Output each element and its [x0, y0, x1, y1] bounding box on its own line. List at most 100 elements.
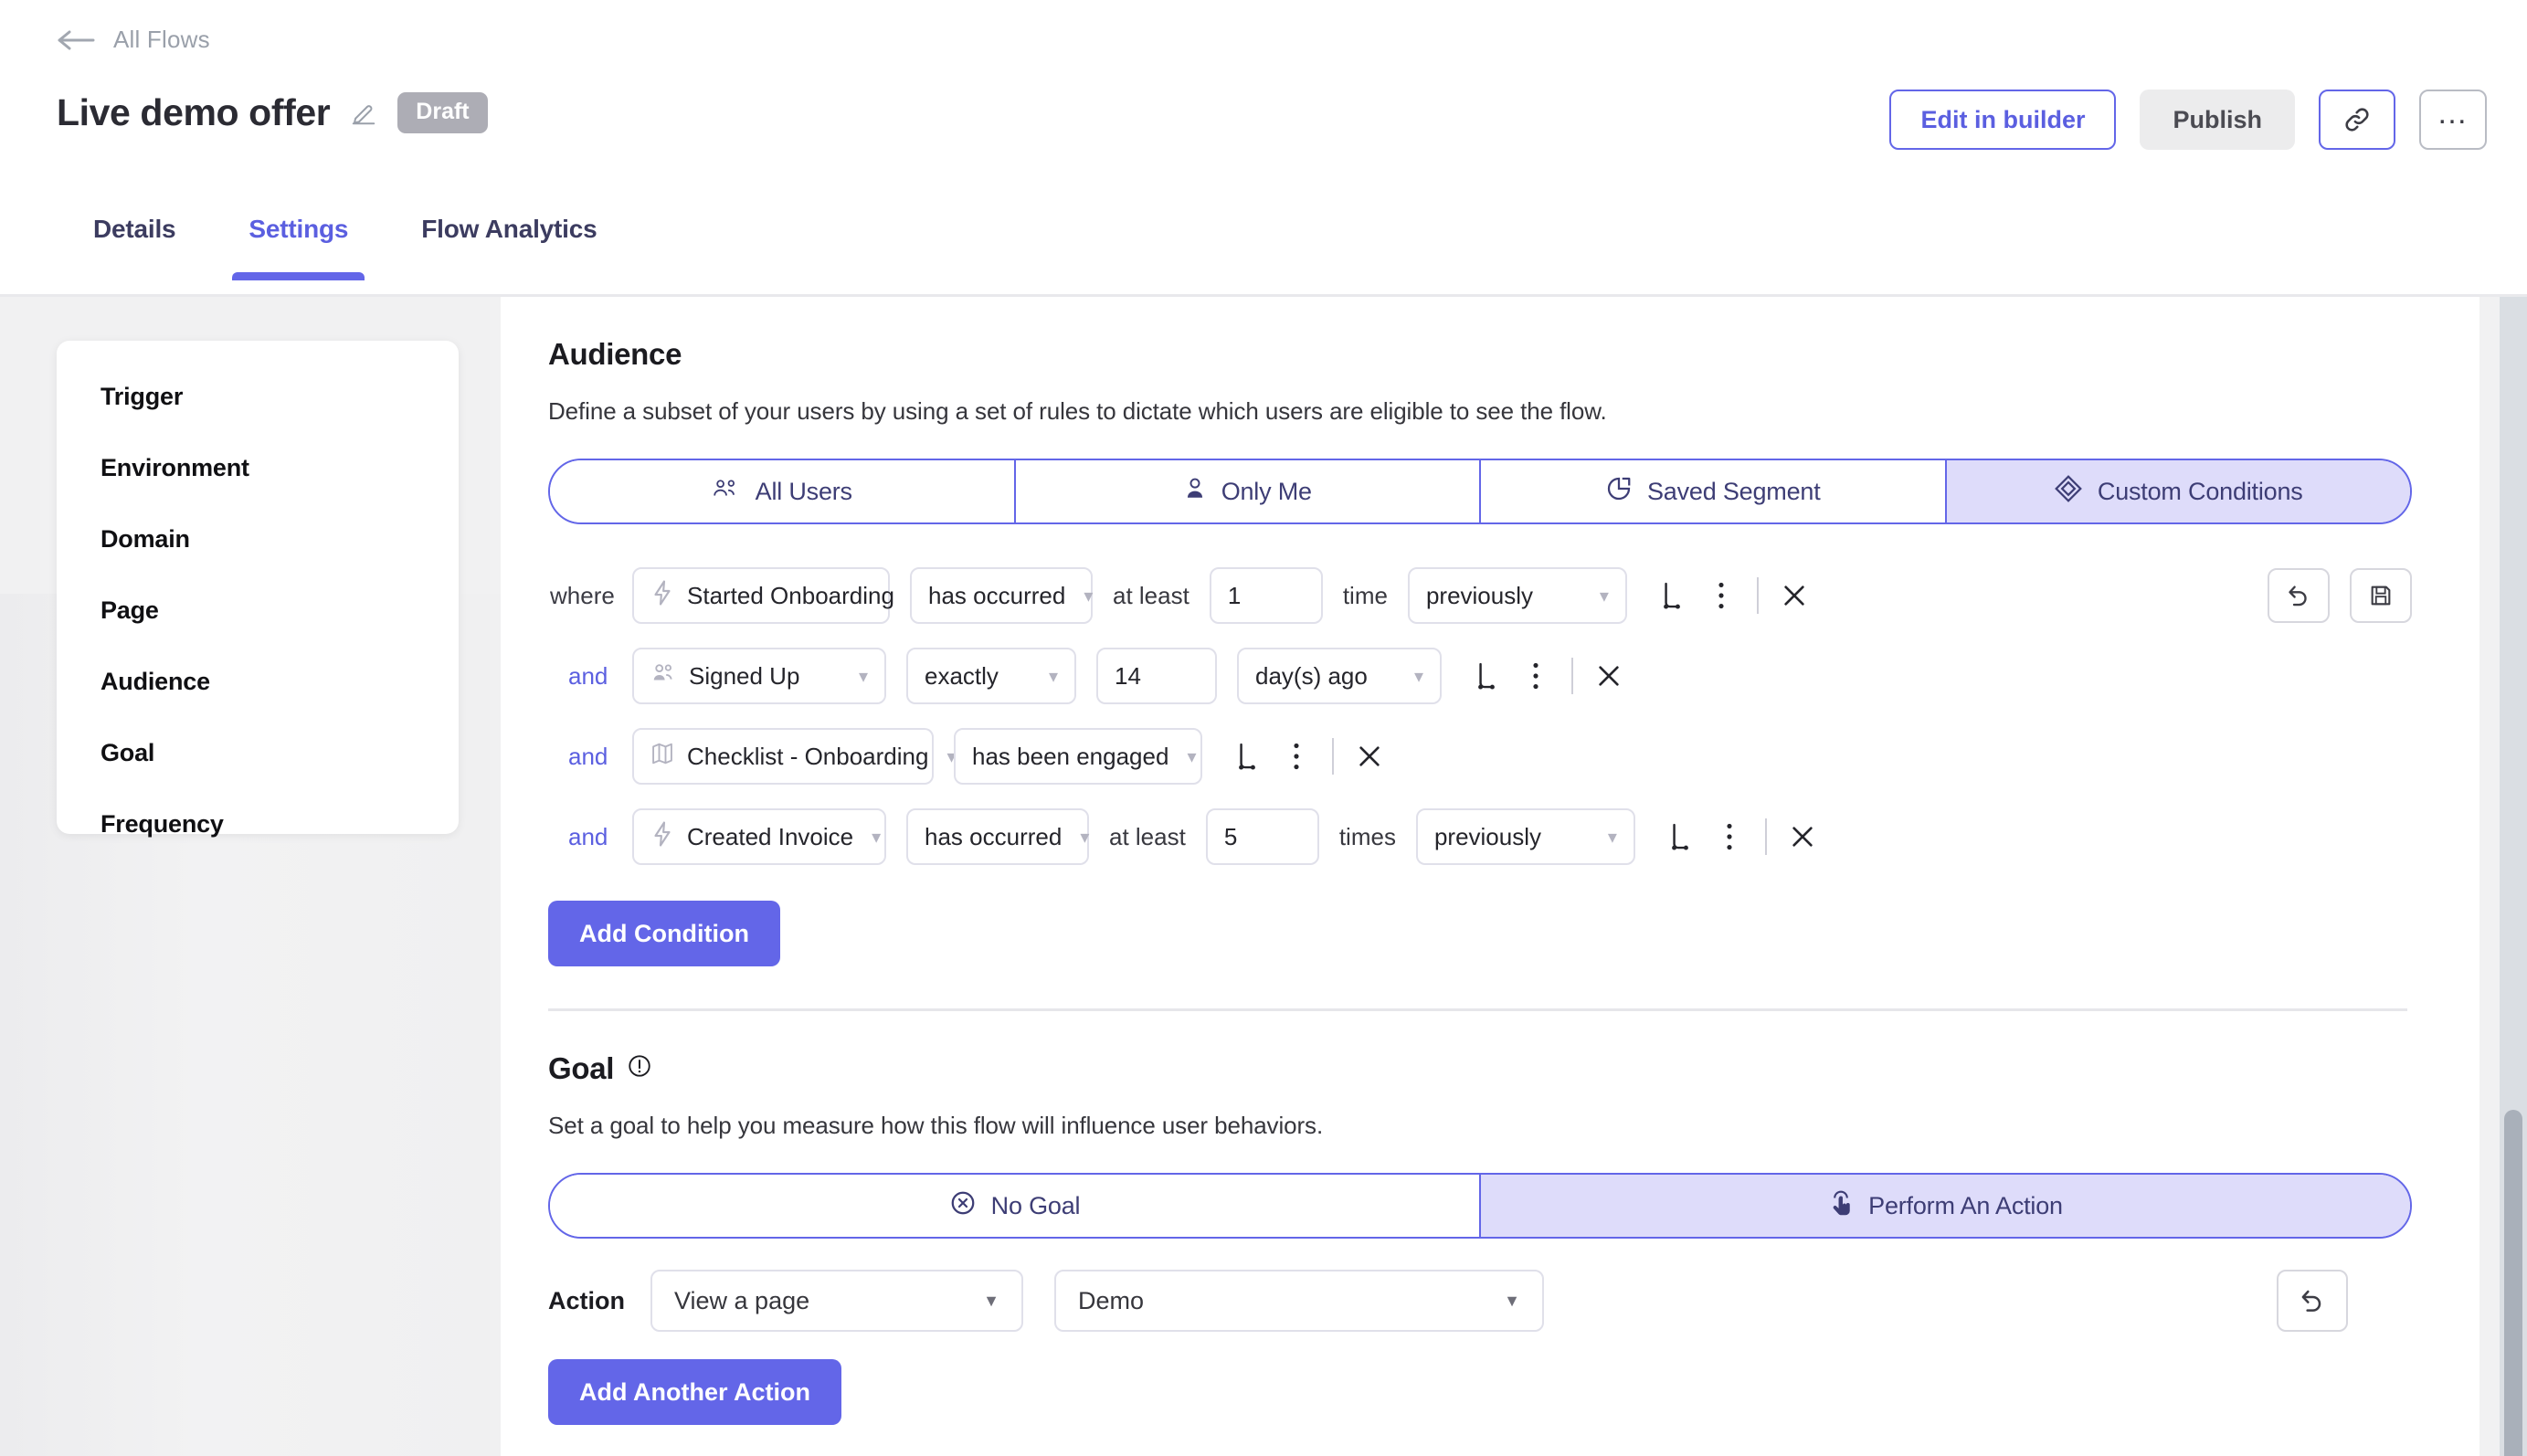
save-icon[interactable] — [2350, 568, 2412, 623]
goal-section: Goal Set a goal to help you measure how … — [548, 1051, 2412, 1425]
audience-section: Audience Define a subset of your users b… — [548, 297, 2412, 1011]
edit-in-builder-button[interactable]: Edit in builder — [1889, 90, 2116, 150]
condition-value: 1 — [1228, 582, 1305, 610]
chevron-down-icon: ▾ — [1414, 665, 1423, 688]
sidebar-item-domain[interactable]: Domain — [100, 525, 459, 554]
condition-subject-label: Signed Up — [689, 662, 841, 691]
condition-row: and Signed Up ▾ exactly ▾ — [548, 636, 2412, 716]
condition-operator-select[interactable]: exactly ▾ — [906, 648, 1076, 704]
condition-conjunction: and — [548, 823, 632, 851]
condition-row-icons — [1655, 812, 1827, 861]
branch-icon[interactable] — [1655, 812, 1705, 861]
sidebar-item-audience[interactable]: Audience — [100, 668, 459, 696]
section-divider — [548, 1008, 2407, 1011]
chevron-down-icon: ▾ — [1608, 826, 1617, 849]
goal-option-no-goal[interactable]: No Goal — [550, 1175, 1481, 1237]
condition-operator-select[interactable]: has occurred ▾ — [906, 808, 1089, 865]
condition-timeframe-select[interactable]: previously ▾ — [1416, 808, 1635, 865]
segment-custom-conditions[interactable]: Custom Conditions — [1947, 460, 2411, 522]
vertical-scrollbar-track[interactable] — [2500, 297, 2527, 1456]
goal-type-segmented-control: No Goal Perform An Action — [548, 1173, 2412, 1239]
goal-heading-text: Goal — [548, 1051, 614, 1086]
goal-option-perform-an-action[interactable]: Perform An Action — [1481, 1175, 2410, 1237]
sidebar-item-frequency[interactable]: Frequency — [100, 810, 459, 839]
branch-icon[interactable] — [1462, 651, 1511, 701]
condition-value-input[interactable]: 14 — [1096, 648, 1217, 704]
tab-bar: Details Settings Flow Analytics — [57, 206, 633, 280]
circle-x-icon — [949, 1189, 977, 1223]
sidebar-item-environment[interactable]: Environment — [100, 454, 459, 482]
segment-all-users[interactable]: All Users — [550, 460, 1016, 522]
condition-subject-label: Created Invoice — [687, 823, 853, 851]
pencil-icon[interactable] — [350, 100, 377, 127]
link-icon[interactable] — [2319, 90, 2395, 150]
condition-conjunction: and — [548, 662, 632, 691]
condition-subject-select[interactable]: Signed Up ▾ — [632, 648, 886, 704]
app-root: All Flows Live demo offer Draft Edit in … — [0, 0, 2527, 1456]
condition-row: and Checklist - Onboarding ▾ has been en… — [548, 716, 2412, 797]
dots-vertical-icon[interactable] — [1697, 571, 1746, 620]
settings-main: Audience Define a subset of your users b… — [548, 297, 2412, 1425]
title-row: Live demo offer Draft — [57, 91, 488, 134]
condition-timeframe-label: previously — [1426, 582, 1581, 610]
segment-only-me[interactable]: Only Me — [1016, 460, 1482, 522]
close-icon[interactable] — [1770, 571, 1819, 620]
condition-value-input[interactable]: 5 — [1206, 808, 1319, 865]
action-type-value: View a page — [674, 1287, 809, 1315]
dots-vertical-icon[interactable] — [1272, 732, 1321, 781]
users-group-icon — [712, 477, 741, 507]
condition-conjunction: and — [548, 743, 632, 771]
lightning-icon — [650, 579, 674, 613]
segment-saved-segment-label: Saved Segment — [1647, 478, 1821, 506]
action-target-value: Demo — [1078, 1287, 1144, 1315]
tab-details[interactable]: Details — [57, 206, 212, 280]
condition-mid-word: at least — [1109, 823, 1186, 851]
branch-icon[interactable] — [1647, 571, 1697, 620]
info-icon[interactable] — [627, 1051, 652, 1086]
segment-saved-segment[interactable]: Saved Segment — [1481, 460, 1947, 522]
reset-action-button[interactable] — [2277, 1270, 2348, 1332]
condition-subject-select[interactable]: Checklist - Onboarding ▾ — [632, 728, 934, 785]
action-type-select[interactable]: View a page ▼ — [650, 1270, 1023, 1332]
chevron-down-icon: ▾ — [1080, 826, 1089, 849]
status-badge: Draft — [397, 92, 487, 133]
page-title: Live demo offer — [57, 91, 330, 134]
condition-conjunction: where — [548, 582, 632, 610]
condition-subject-select[interactable]: Created Invoice ▾ — [632, 808, 886, 865]
condition-timeframe-select[interactable]: previously ▾ — [1408, 567, 1627, 624]
chevron-down-icon: ▾ — [1049, 665, 1058, 688]
tab-flow-analytics[interactable]: Flow Analytics — [385, 206, 633, 280]
add-condition-button[interactable]: Add Condition — [548, 901, 780, 966]
dots-vertical-icon[interactable] — [1705, 812, 1754, 861]
action-target-select[interactable]: Demo ▼ — [1054, 1270, 1544, 1332]
condition-timeframe-select[interactable]: day(s) ago ▾ — [1237, 648, 1442, 704]
sidebar-item-trigger[interactable]: Trigger — [100, 383, 459, 411]
condition-operator-select[interactable]: has occurred ▾ — [910, 567, 1093, 624]
condition-subject-select[interactable]: Started Onboarding ▾ — [632, 567, 890, 624]
row-divider — [1571, 658, 1573, 694]
publish-button[interactable]: Publish — [2140, 90, 2295, 150]
condition-value-input[interactable]: 1 — [1210, 567, 1323, 624]
vertical-scrollbar-thumb[interactable] — [2504, 1110, 2522, 1456]
tab-settings[interactable]: Settings — [212, 206, 385, 280]
arrow-left-icon — [57, 28, 97, 52]
close-icon[interactable] — [1584, 651, 1634, 701]
segment-custom-conditions-label: Custom Conditions — [2098, 478, 2303, 506]
map-icon — [650, 741, 674, 773]
back-to-all-flows[interactable]: All Flows — [57, 26, 210, 54]
condition-operator-label: exactly — [925, 662, 1031, 691]
sidebar-item-goal[interactable]: Goal — [100, 739, 459, 767]
close-icon[interactable] — [1345, 732, 1394, 781]
condition-operator-select[interactable]: has been engaged ▾ — [954, 728, 1202, 785]
condition-row-icons — [1222, 732, 1394, 781]
sidebar-item-page[interactable]: Page — [100, 596, 459, 625]
dots-vertical-icon[interactable] — [1511, 651, 1560, 701]
segment-all-users-label: All Users — [756, 478, 852, 506]
ellipsis-icon[interactable]: … — [2419, 90, 2487, 150]
condition-row: and Created Invoice ▾ has occurred ▾ — [548, 797, 2412, 877]
close-icon[interactable] — [1778, 812, 1827, 861]
undo-icon[interactable] — [2268, 568, 2330, 623]
branch-icon[interactable] — [1222, 732, 1272, 781]
row-divider — [1765, 818, 1767, 855]
add-another-action-button[interactable]: Add Another Action — [548, 1359, 841, 1425]
